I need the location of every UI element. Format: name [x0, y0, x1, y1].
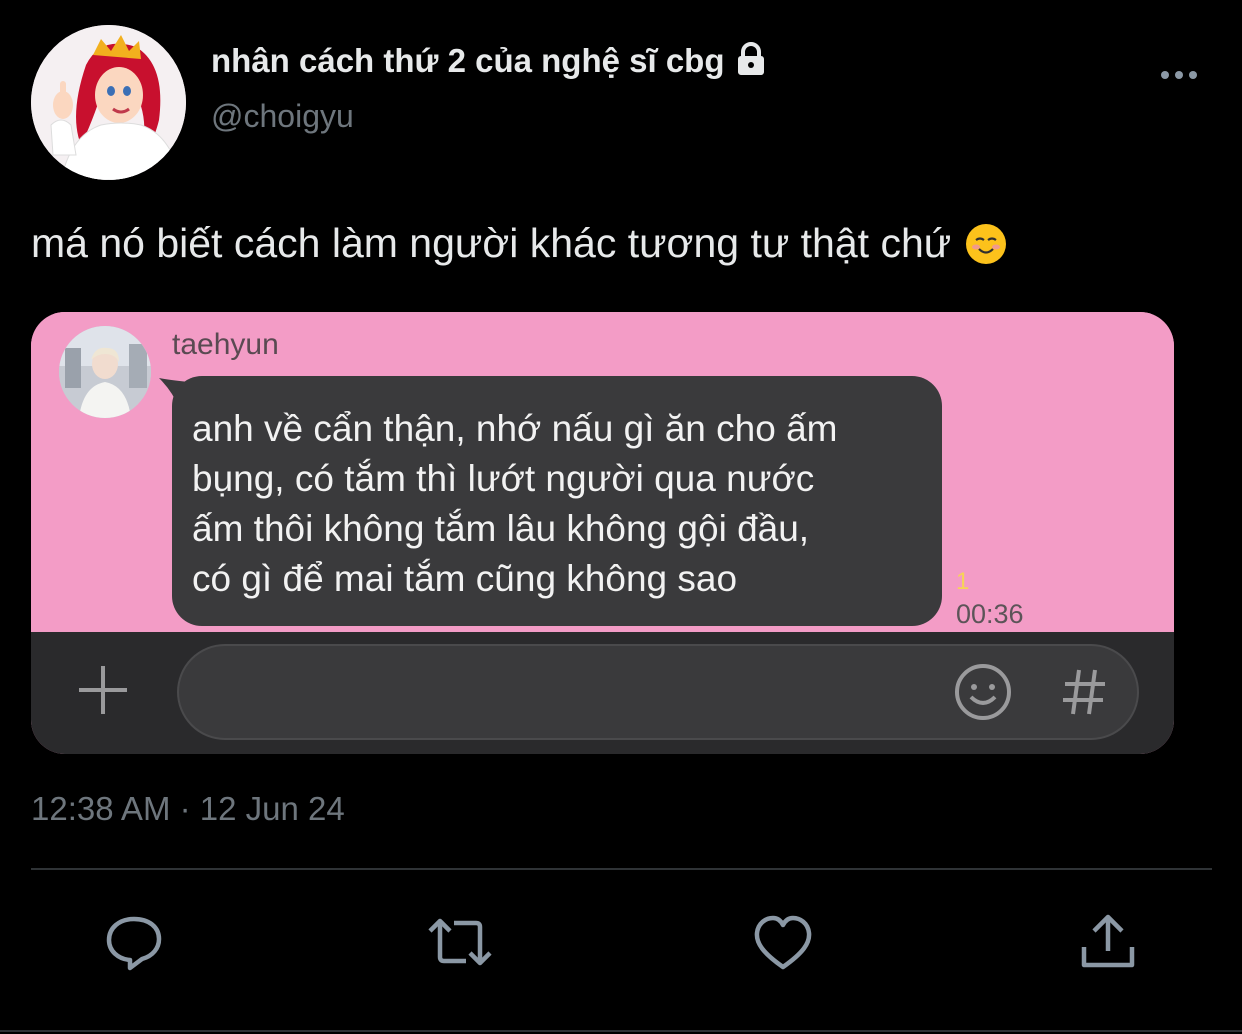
share-icon[interactable] — [1078, 913, 1138, 971]
chat-message-bubble: anh về cẩn thận, nhớ nấu gì ăn cho ấm bụ… — [172, 376, 942, 626]
user-handle[interactable]: @choigyu — [211, 98, 354, 135]
reply-icon[interactable] — [104, 913, 164, 971]
plus-icon[interactable] — [75, 662, 131, 718]
chat-message-line: bụng, có tắm thì lướt người qua nước — [192, 458, 815, 499]
bottom-divider — [0, 1030, 1242, 1032]
unread-count: 1 — [956, 568, 970, 595]
attached-image[interactable]: taehyun anh về cẩn thận, nhớ nấu gì ăn c… — [31, 312, 1174, 754]
chat-message-text: anh về cẩn thận, nhớ nấu gì ăn cho ấm bụ… — [192, 404, 922, 604]
emoticon-icon[interactable] — [953, 662, 1013, 722]
chat-message-input[interactable] — [177, 644, 1139, 740]
display-name[interactable]: nhân cách thứ 2 của nghệ sĩ cbg — [211, 38, 767, 84]
lock-icon — [737, 42, 764, 75]
profile-avatar[interactable] — [31, 25, 186, 180]
chat-avatar-photo — [59, 326, 151, 418]
tweet-text: má nó biết cách làm người khác tương tư … — [31, 220, 1007, 267]
retweet-icon[interactable] — [426, 913, 494, 971]
chat-input-bar — [31, 632, 1174, 754]
hashtag-icon[interactable] — [1055, 664, 1115, 720]
divider — [31, 868, 1212, 870]
display-name-text: nhân cách thứ 2 của nghệ sĩ cbg — [211, 42, 725, 79]
more-options-icon[interactable] — [1154, 62, 1204, 88]
chat-area: taehyun anh về cẩn thận, nhớ nấu gì ăn c… — [31, 312, 1174, 632]
tweet-timestamp[interactable]: 12:38 AM · 12 Jun 24 — [31, 790, 345, 828]
tweet-text-content: má nó biết cách làm người khác tương tư … — [31, 220, 952, 266]
chat-sender-name: taehyun — [172, 328, 279, 361]
chat-avatar — [59, 326, 151, 418]
chat-message-line: có gì để mai tắm cũng không sao — [192, 558, 738, 599]
chat-message-line: ấm thôi không tắm lâu không gội đầu, — [192, 508, 810, 549]
chat-message-line: anh về cẩn thận, nhớ nấu gì ăn cho ấm — [192, 408, 838, 449]
heart-icon[interactable] — [753, 913, 813, 971]
chat-message-time: 00:36 — [956, 599, 1024, 629]
avatar-illustration — [31, 25, 186, 180]
smiling-face-icon — [966, 223, 1007, 264]
